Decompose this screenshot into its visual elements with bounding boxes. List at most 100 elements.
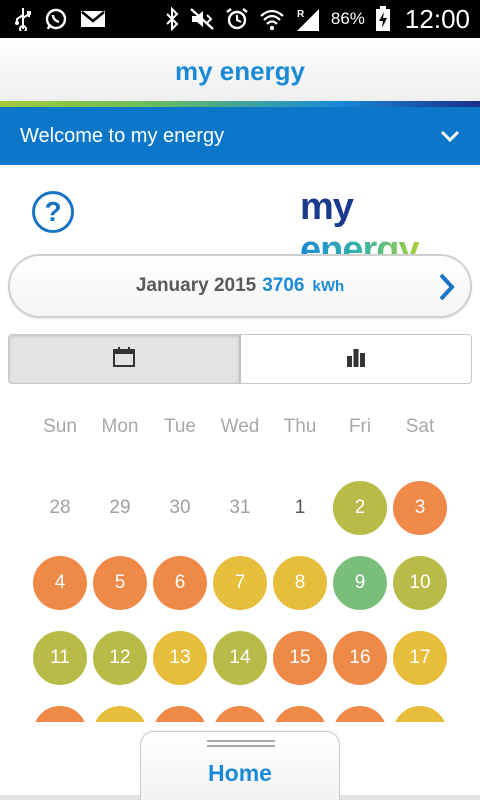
chevron-down-icon[interactable]: [440, 125, 460, 152]
calendar-day[interactable]: 5: [93, 555, 147, 610]
signal-icon: R: [295, 6, 321, 32]
calendar-icon: [113, 346, 135, 372]
calendar-cell: 10: [390, 545, 450, 620]
calendar-day[interactable]: 24: [393, 705, 447, 722]
status-time: 12:00: [404, 3, 470, 34]
calendar-cell: 24: [390, 695, 450, 722]
calendar-cell: 15: [270, 620, 330, 695]
calendar-day[interactable]: 28: [33, 481, 87, 535]
app-header: my energy: [0, 38, 480, 104]
calendar-day[interactable]: 13: [153, 630, 207, 685]
calendar-day[interactable]: 22: [273, 705, 327, 722]
gmail-icon: [80, 9, 106, 29]
wifi-icon: [259, 7, 285, 31]
weekday-label: Sun: [43, 416, 77, 437]
calendar-cell: 30: [150, 470, 210, 545]
calendar-cell: 12: [90, 620, 150, 695]
calendar-view-button[interactable]: [9, 335, 241, 383]
view-toggle: [8, 334, 472, 384]
mute-icon: [189, 7, 215, 31]
calendar-cell: 11: [30, 620, 90, 695]
calendar-day[interactable]: 15: [273, 630, 327, 685]
app-title: my energy: [174, 55, 306, 86]
month-consumption-value: 3706: [262, 275, 305, 296]
usb-icon: [14, 7, 32, 31]
calendar-day[interactable]: 10: [393, 555, 447, 610]
calendar-day[interactable]: 3: [393, 480, 447, 535]
screen: R 86% 12:00 my energy Welcome to my ener…: [0, 0, 480, 800]
logo-my: my: [300, 186, 354, 228]
weekday-label: Tue: [163, 416, 197, 437]
welcome-bar[interactable]: Welcome to my energy: [0, 107, 480, 165]
calendar-day[interactable]: 11: [33, 630, 87, 685]
calendar-day[interactable]: 9: [333, 555, 387, 610]
weekday-label: Fri: [348, 416, 372, 437]
calendar-day[interactable]: 31: [213, 481, 267, 535]
drag-handle: [207, 745, 275, 747]
weekday-header: Sun Mon Tue Wed Thu Fri Sat: [30, 416, 450, 444]
calendar-day[interactable]: 12: [93, 630, 147, 685]
calendar-cell: 7: [210, 545, 270, 620]
calendar-cell: 16: [330, 620, 390, 695]
calendar-day[interactable]: 7: [213, 555, 267, 610]
calendar-day[interactable]: 29: [93, 481, 147, 535]
calendar-cell: 2: [330, 470, 390, 545]
weekday-label: Sat: [405, 416, 435, 437]
calendar-day[interactable]: 23: [333, 705, 387, 722]
drag-handle: [207, 740, 275, 742]
calendar-cell: 3: [390, 470, 450, 545]
alarm-icon: [225, 7, 249, 31]
chart-view-button[interactable]: [241, 335, 471, 383]
calendar-grid: 2829303112345678910111213141516171819202…: [30, 470, 450, 722]
weekday-label: Thu: [283, 416, 317, 437]
calendar-cell: 5: [90, 545, 150, 620]
calendar-cell: 29: [90, 470, 150, 545]
calendar-day[interactable]: 2: [333, 480, 387, 535]
help-icon: ?: [44, 196, 62, 227]
calendar-day[interactable]: 16: [333, 630, 387, 685]
calendar-day[interactable]: 1: [273, 481, 327, 535]
calendar-cell: 6: [150, 545, 210, 620]
battery-percent: 86%: [330, 9, 365, 28]
calendar-cell: 8: [270, 545, 330, 620]
home-tab[interactable]: Home: [140, 731, 340, 800]
chevron-right-icon[interactable]: [436, 272, 456, 307]
home-label: Home: [208, 760, 272, 786]
battery-icon: [375, 6, 391, 32]
calendar-day[interactable]: 20: [153, 705, 207, 722]
my-energy-logo: my energy: [300, 186, 480, 271]
calendar-day[interactable]: 4: [33, 555, 87, 610]
calendar-cell: 19: [90, 695, 150, 722]
calendar-day[interactable]: 6: [153, 555, 207, 610]
bar-chart-icon: [345, 347, 367, 372]
calendar-cell: 17: [390, 620, 450, 695]
calendar-day[interactable]: 19: [93, 705, 147, 722]
calendar-cell: 9: [330, 545, 390, 620]
weekday-label: Mon: [101, 416, 139, 437]
calendar-day[interactable]: 17: [393, 630, 447, 685]
calendar-cell: 21: [210, 695, 270, 722]
calendar-cell: 31: [210, 470, 270, 545]
calendar-cell: 13: [150, 620, 210, 695]
status-bar: R 86% 12:00: [0, 0, 480, 38]
svg-text:R: R: [297, 9, 305, 20]
weekday-label: Wed: [220, 416, 260, 437]
month-consumption-unit: kWh: [312, 277, 345, 295]
calendar-day[interactable]: 14: [213, 630, 267, 685]
help-button[interactable]: ?: [32, 191, 74, 233]
calendar-day[interactable]: 18: [33, 705, 87, 722]
calendar-cell: 20: [150, 695, 210, 722]
calendar-cell: 4: [30, 545, 90, 620]
welcome-text: Welcome to my energy: [20, 124, 225, 147]
calendar-day[interactable]: 8: [273, 555, 327, 610]
month-selector[interactable]: January 2015 3706 kWh: [8, 254, 472, 318]
calendar-day[interactable]: 21: [213, 705, 267, 722]
calendar-cell: 23: [330, 695, 390, 722]
month-label: January 2015: [135, 275, 257, 296]
calendar-cell: 14: [210, 620, 270, 695]
bluetooth-icon: [165, 7, 179, 31]
calendar-cell: 28: [30, 470, 90, 545]
calendar-cell: 1: [270, 470, 330, 545]
calendar-day[interactable]: 30: [153, 481, 207, 535]
calendar-cell: 18: [30, 695, 90, 722]
